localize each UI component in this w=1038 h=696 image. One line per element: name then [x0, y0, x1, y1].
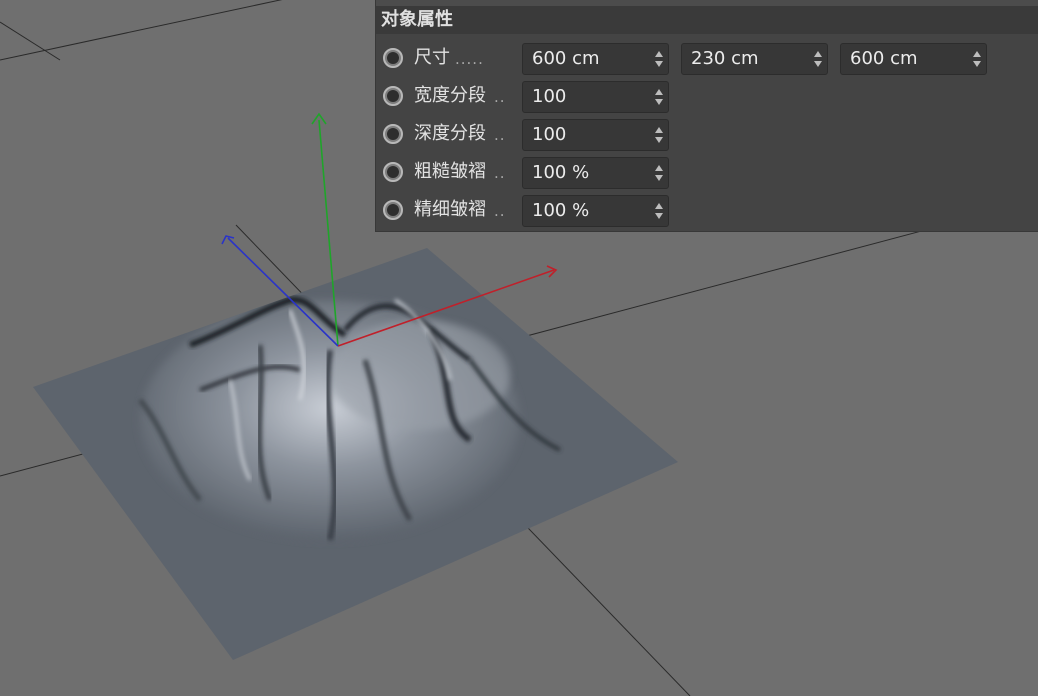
grid-line-horizon-1: [0, 0, 283, 61]
stepper-icon[interactable]: [814, 51, 822, 68]
panel-title: 对象属性: [376, 6, 1038, 34]
fine-furrows-field[interactable]: 100 %: [522, 195, 669, 227]
row-fine-furrows: 精细皱褶 .. 100 %: [376, 195, 1038, 231]
row-rough-furrows: 粗糙皱褶 .. 100 %: [376, 157, 1038, 193]
stepper-icon[interactable]: [655, 203, 663, 220]
keyframe-toggle-icon[interactable]: [383, 200, 403, 220]
row-label: 粗糙皱褶: [414, 161, 486, 182]
row-dots: ..: [494, 88, 506, 106]
row-dots: ..: [494, 126, 506, 144]
row-label: 精细皱褶: [414, 199, 486, 220]
row-label: 深度分段: [414, 123, 486, 144]
keyframe-toggle-icon[interactable]: [383, 124, 403, 144]
row-label: 宽度分段: [414, 85, 486, 106]
grid-line-horizon-2: [0, 21, 61, 61]
row-dots: ..: [494, 202, 506, 220]
size-x-field[interactable]: 600 cm: [522, 43, 669, 75]
keyframe-toggle-icon[interactable]: [383, 86, 403, 106]
row-dots: ..: [494, 164, 506, 182]
object-properties-panel: 对象属性 尺寸 ..... 600 cm 230 cm 600 cm 宽度分段 …: [375, 0, 1038, 232]
keyframe-toggle-icon[interactable]: [383, 162, 403, 182]
landscape-terrain[interactable]: [33, 248, 678, 660]
stepper-icon[interactable]: [655, 89, 663, 106]
stepper-icon[interactable]: [973, 51, 981, 68]
row-depth-segments: 深度分段 .. 100: [376, 119, 1038, 155]
depth-segments-field[interactable]: 100: [522, 119, 669, 151]
size-y-field[interactable]: 230 cm: [681, 43, 828, 75]
stepper-icon[interactable]: [655, 51, 663, 68]
width-segments-field[interactable]: 100: [522, 81, 669, 113]
rough-furrows-field[interactable]: 100 %: [522, 157, 669, 189]
stepper-icon[interactable]: [655, 165, 663, 182]
row-dots: .....: [455, 50, 484, 68]
keyframe-toggle-icon[interactable]: [383, 48, 403, 68]
row-label: 尺寸: [414, 47, 450, 68]
row-width-segments: 宽度分段 .. 100: [376, 81, 1038, 117]
stepper-icon[interactable]: [655, 127, 663, 144]
row-size: 尺寸 ..... 600 cm 230 cm 600 cm: [376, 43, 1038, 79]
size-z-field[interactable]: 600 cm: [840, 43, 987, 75]
